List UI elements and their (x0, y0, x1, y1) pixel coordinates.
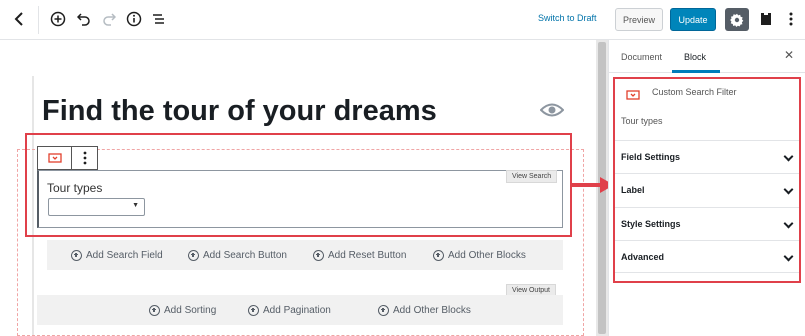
panel-label[interactable]: Label (614, 173, 800, 206)
plus-circle-icon (188, 249, 199, 261)
add-block-icon[interactable] (48, 9, 68, 29)
custom-search-filter-icon[interactable] (38, 147, 72, 169)
close-sidebar-icon[interactable]: ✕ (784, 48, 794, 62)
toolbar-separator (38, 6, 39, 34)
add-pagination-button[interactable]: Add Pagination (248, 295, 331, 325)
plus-circle-icon (433, 249, 444, 261)
chevron-down-icon (783, 151, 794, 162)
block-card-description: Tour types (621, 116, 663, 126)
post-title[interactable]: Find the tour of your dreams (42, 95, 437, 128)
add-reset-button-button[interactable]: Add Reset Button (313, 240, 406, 270)
tab-block[interactable]: Block (684, 52, 706, 62)
plus-circle-icon (313, 249, 324, 261)
preview-button[interactable]: Preview (615, 8, 663, 31)
info-icon[interactable] (124, 9, 144, 29)
panel-style-settings-label: Style Settings (621, 219, 681, 229)
add-search-field-label: Add Search Field (86, 249, 163, 261)
search-actions-row: Add Search Field Add Search Button Add R… (47, 240, 563, 270)
active-tab-indicator (672, 70, 720, 73)
block-toolbar (37, 146, 98, 170)
panel-style-settings[interactable]: Style Settings (614, 207, 800, 240)
view-search-tag[interactable]: View Search (506, 170, 558, 183)
update-button[interactable]: Update (670, 8, 716, 31)
eye-icon[interactable] (539, 102, 565, 118)
tour-types-label: Tour types (47, 181, 103, 195)
add-sorting-label: Add Sorting (164, 304, 217, 316)
plus-circle-icon (378, 304, 389, 316)
plus-circle-icon (71, 249, 82, 261)
add-other-blocks-output-label: Add Other Blocks (393, 304, 471, 316)
undo-icon[interactable] (74, 9, 94, 29)
add-sorting-button[interactable]: Add Sorting (149, 295, 216, 325)
add-pagination-label: Add Pagination (263, 304, 331, 316)
add-search-button-button[interactable]: Add Search Button (188, 240, 287, 270)
panel-label-label: Label (621, 185, 645, 195)
back-chevron-icon[interactable] (10, 9, 30, 29)
more-options-icon[interactable] (781, 9, 801, 29)
add-other-blocks-label: Add Other Blocks (448, 249, 526, 261)
add-search-field-button[interactable]: Add Search Field (71, 240, 163, 270)
add-reset-button-label: Add Reset Button (328, 249, 407, 261)
block-navigation-icon[interactable] (149, 9, 169, 29)
panel-advanced[interactable]: Advanced (614, 240, 800, 273)
chevron-down-icon (783, 251, 794, 262)
switch-to-draft-link[interactable]: Switch to Draft (538, 13, 597, 23)
plus-circle-icon (149, 304, 160, 316)
plugin-sidebar-icon[interactable] (756, 9, 776, 29)
panel-advanced-label: Advanced (621, 251, 665, 262)
add-search-button-label: Add Search Button (203, 249, 287, 261)
add-other-blocks-output-button[interactable]: Add Other Blocks (378, 295, 471, 325)
tour-types-select[interactable]: ▼ (48, 198, 145, 216)
select-caret-icon: ▼ (132, 202, 139, 209)
chevron-down-icon (783, 218, 794, 229)
panel-field-settings-label: Field Settings (621, 152, 681, 162)
block-more-options-icon[interactable] (72, 147, 97, 169)
editor-top-toolbar: Switch to Draft Preview Update (0, 0, 805, 40)
block-card-title: Custom Search Filter (652, 87, 737, 97)
plus-circle-icon (248, 304, 259, 316)
chevron-down-icon (783, 184, 794, 195)
output-actions-row: Add Sorting Add Pagination Add Other Blo… (37, 295, 563, 325)
tab-document[interactable]: Document (621, 52, 662, 62)
redo-icon[interactable] (99, 9, 119, 29)
settings-gear-icon[interactable] (725, 8, 749, 31)
add-other-blocks-button[interactable]: Add Other Blocks (433, 240, 526, 270)
panel-field-settings[interactable]: Field Settings (614, 140, 800, 173)
block-card-icon (626, 87, 640, 105)
